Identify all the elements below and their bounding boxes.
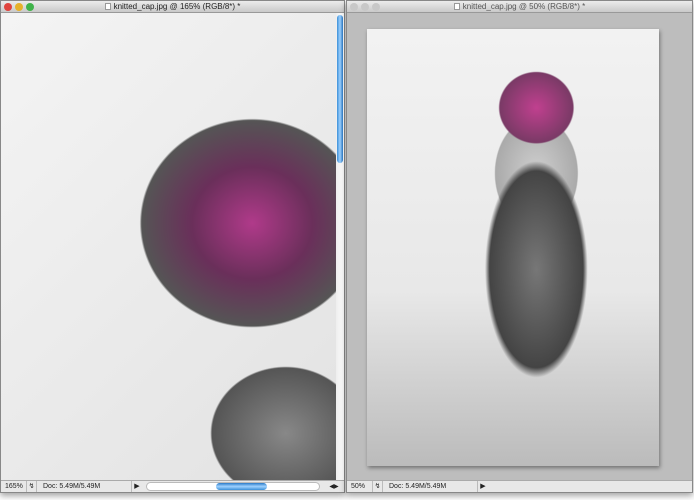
close-button[interactable] [350, 3, 358, 11]
minimize-button[interactable] [361, 3, 369, 11]
status-menu-arrow-icon[interactable]: ▶ [478, 481, 488, 492]
document-icon [453, 3, 460, 10]
doc-info: Doc: 5.49M/5.49M [383, 481, 478, 492]
doc-info: Doc: 5.49M/5.49M [37, 481, 132, 492]
image-canvas[interactable] [1, 13, 336, 480]
zoom-button[interactable] [26, 3, 34, 11]
title-bar[interactable]: knitted_cap.jpg @ 165% (RGB/8*) * [1, 1, 344, 13]
scroll-arrows-icon[interactable]: ◀▶ [324, 483, 344, 490]
zoom-button[interactable] [372, 3, 380, 11]
title-bar[interactable]: knitted_cap.jpg @ 50% (RGB/8*) * [347, 1, 692, 13]
document-icon [104, 3, 111, 10]
document-window-50[interactable]: knitted_cap.jpg @ 50% (RGB/8*) * 50% ↯ D… [346, 0, 693, 493]
vertical-scroll-thumb[interactable] [337, 15, 343, 163]
horizontal-scrollbar[interactable] [146, 482, 320, 491]
status-menu-arrow-icon[interactable]: ▶ [132, 481, 142, 492]
window-title: knitted_cap.jpg @ 50% (RGB/8*) * [462, 2, 586, 11]
status-bar: 50% ↯ Doc: 5.49M/5.49M ▶ [347, 480, 692, 492]
photo [367, 29, 659, 466]
document-window-165[interactable]: knitted_cap.jpg @ 165% (RGB/8*) * 165% ↯… [0, 0, 345, 493]
vertical-scrollbar[interactable] [336, 13, 344, 480]
image-canvas[interactable] [347, 13, 692, 480]
window-title: knitted_cap.jpg @ 165% (RGB/8*) * [113, 2, 241, 11]
zoom-level[interactable]: 165% [1, 481, 27, 492]
horizontal-scroll-thumb[interactable] [215, 483, 268, 490]
close-button[interactable] [4, 3, 12, 11]
status-icon[interactable]: ↯ [27, 481, 37, 492]
status-bar: 165% ↯ Doc: 5.49M/5.49M ▶ ◀▶ [1, 480, 344, 492]
status-icon[interactable]: ↯ [373, 481, 383, 492]
minimize-button[interactable] [15, 3, 23, 11]
zoom-level[interactable]: 50% [347, 481, 373, 492]
